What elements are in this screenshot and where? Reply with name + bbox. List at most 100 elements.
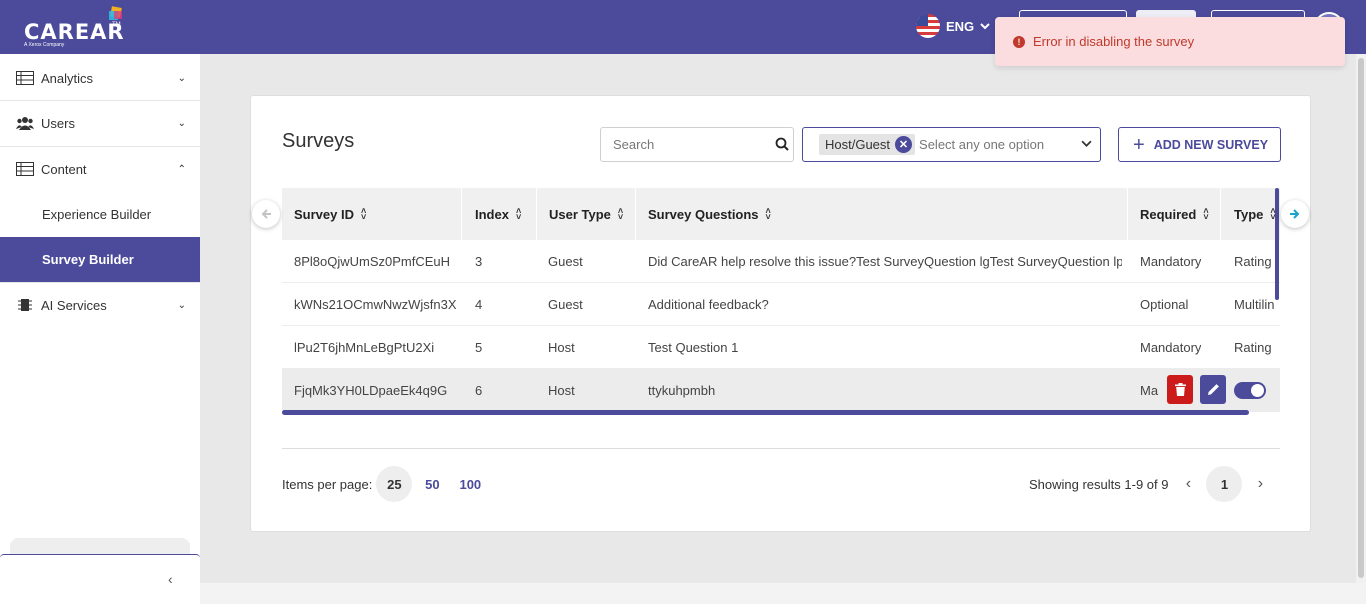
sort-icon: ˄ ˅ bbox=[515, 206, 522, 222]
sidebar-item-label: Analytics bbox=[41, 70, 94, 86]
surveys-card: Surveys Host/Guest ✕ Select any one opti… bbox=[250, 95, 1311, 532]
items-per-page-label: Items per page: bbox=[282, 476, 373, 492]
sidebar-item-analytics[interactable]: Analytics ⌄ bbox=[0, 54, 200, 102]
pencil-icon bbox=[1207, 384, 1219, 395]
filter-chip: Host/Guest ✕ bbox=[819, 134, 916, 155]
logo-cube-icon bbox=[109, 6, 122, 20]
column-header-survey-id[interactable]: Survey ID ˄ ˅ bbox=[282, 188, 462, 240]
sort-icon: ˄ ˅ bbox=[765, 206, 771, 222]
column-header-index[interactable]: Index ˄ ˅ bbox=[463, 188, 537, 240]
sidebar: Analytics ⌄ Users ⌄ Content ⌃ Experience… bbox=[0, 54, 200, 604]
column-label: Index bbox=[475, 206, 509, 222]
add-new-survey-button[interactable]: + ADD NEW SURVEY bbox=[1118, 127, 1281, 162]
surveys-table: Survey ID ˄ ˅ Index ˄ ˅ User Type ˄ ˅ Survey Q… bbox=[282, 188, 1280, 416]
info-icon: ! bbox=[1013, 35, 1025, 48]
chevron-right-icon[interactable]: › bbox=[1248, 472, 1272, 496]
table-row[interactable]: FjqMk3YH0LDpaeEk4q9G 6 Host ttykuhpmbh M… bbox=[282, 369, 1280, 412]
error-toast: ! Error in disabling the survey bbox=[995, 17, 1345, 66]
sort-icon: ˄ ˅ bbox=[617, 206, 624, 222]
table-row[interactable]: lPu2T6jhMnLeBgPtU2Xi 5 Host Test Questio… bbox=[282, 326, 1280, 369]
trash-icon bbox=[1174, 383, 1186, 396]
cell-user-type: Guest bbox=[548, 254, 583, 269]
logo-trademark: TM bbox=[112, 22, 121, 28]
cell-survey-id: FjqMk3YH0LDpaeEk4q9G bbox=[294, 383, 448, 398]
user-type-select[interactable]: Host/Guest ✕ Select any one option bbox=[802, 127, 1101, 162]
plus-icon: + bbox=[1133, 133, 1145, 156]
sidebar-item-ai-services[interactable]: AI Services ⌄ bbox=[0, 282, 200, 328]
page-scrollbar[interactable] bbox=[1356, 54, 1366, 604]
items-per-page-50[interactable]: 50 bbox=[414, 466, 450, 502]
page-footer bbox=[200, 583, 1366, 604]
cell-user-type: Host bbox=[548, 383, 575, 398]
cell-index: 3 bbox=[475, 254, 483, 269]
users-icon bbox=[16, 117, 34, 130]
chevron-down-icon bbox=[980, 23, 990, 30]
sidebar-item-survey-builder[interactable]: Survey Builder bbox=[0, 237, 200, 282]
table-horizontal-scrollbar[interactable] bbox=[282, 410, 1249, 415]
sidebar-item-content[interactable]: Content ⌃ bbox=[0, 146, 200, 192]
arrow-left-icon bbox=[261, 209, 271, 219]
cell-user-type: Host bbox=[548, 340, 575, 355]
scroll-left-button[interactable] bbox=[252, 200, 280, 228]
logo-text: CAREAR bbox=[24, 20, 125, 44]
arrow-right-icon bbox=[1290, 209, 1300, 219]
cell-type: Rating bbox=[1234, 340, 1272, 355]
page-title: Surveys bbox=[282, 130, 355, 152]
column-header-type[interactable]: Type ˄ ˅ bbox=[1222, 188, 1280, 240]
cell-survey-id: lPu2T6jhMnLeBgPtU2Xi bbox=[294, 340, 435, 355]
table-row[interactable]: 8Pl8oQjwUmSz0PmfCEuH 3 Guest Did CareAR … bbox=[282, 240, 1280, 283]
chevron-down-icon bbox=[1081, 140, 1092, 147]
cell-type: Rating bbox=[1234, 254, 1272, 269]
items-per-page-100[interactable]: 100 bbox=[452, 466, 488, 502]
cell-required: Mandatory bbox=[1140, 254, 1202, 269]
chevron-left-icon[interactable]: ‹ bbox=[1176, 472, 1200, 496]
column-label: Type bbox=[1234, 206, 1264, 222]
delete-button[interactable] bbox=[1167, 375, 1193, 404]
cell-index: 6 bbox=[475, 383, 483, 398]
sidebar-item-users[interactable]: Users ⌄ bbox=[0, 100, 200, 146]
items-per-page-25[interactable]: 25 bbox=[376, 466, 413, 502]
edit-button[interactable] bbox=[1200, 375, 1226, 404]
page-number[interactable]: 1 bbox=[1206, 466, 1243, 502]
sort-icon: ˄ ˅ bbox=[1203, 206, 1209, 222]
sidebar-item-experience-builder[interactable]: Experience Builder bbox=[0, 192, 200, 237]
results-summary: Showing results 1-9 of 9 bbox=[1029, 476, 1169, 492]
cell-required: Mandatory bbox=[1140, 340, 1202, 355]
column-header-survey-questions[interactable]: Survey Questions ˄ ˅ bbox=[637, 188, 1128, 240]
cell-question: Test Question 1 bbox=[648, 340, 739, 355]
column-label: Survey ID bbox=[294, 206, 354, 222]
cell-question: Did CareAR help resolve this issue?Test … bbox=[648, 254, 1122, 269]
language-selector[interactable]: ENG bbox=[916, 14, 990, 38]
cell-required: Ma bbox=[1140, 383, 1159, 398]
table-icon bbox=[16, 162, 34, 176]
table-vertical-scrollbar[interactable] bbox=[1275, 188, 1279, 300]
add-new-survey-label: ADD NEW SURVEY bbox=[1153, 137, 1269, 152]
chevron-down-icon: ⌄ bbox=[177, 72, 186, 84]
chevron-left-icon[interactable]: ‹ bbox=[168, 571, 173, 587]
search-icon[interactable] bbox=[775, 137, 789, 151]
table-icon bbox=[16, 71, 34, 85]
cell-question: ttykuhpmbh bbox=[648, 383, 716, 398]
column-header-user-type[interactable]: User Type ˄ ˅ bbox=[538, 188, 636, 240]
cell-index: 4 bbox=[475, 297, 483, 312]
chevron-down-icon: ⌄ bbox=[177, 299, 186, 311]
close-icon[interactable]: ✕ bbox=[895, 136, 913, 153]
enable-survey-toggle[interactable] bbox=[1234, 382, 1266, 399]
cell-type: Multilin bbox=[1234, 297, 1275, 312]
search-box bbox=[600, 127, 794, 162]
chip-icon bbox=[18, 299, 32, 311]
logo-tagline: A Xerox Company bbox=[24, 42, 65, 48]
column-header-required[interactable]: Required ˄ ˅ bbox=[1129, 188, 1221, 240]
pagination: Showing results 1-9 of 9 ‹ 1 › bbox=[1029, 466, 1272, 502]
carear-logo[interactable]: CAREAR TM A Xerox Company bbox=[24, 6, 134, 50]
cell-required: Optional bbox=[1140, 297, 1189, 312]
table-row[interactable]: kWNs21OCmwNwzWjsfn3X 4 Guest Additional … bbox=[282, 283, 1280, 326]
divider bbox=[282, 448, 1280, 449]
search-input[interactable] bbox=[601, 128, 771, 161]
chevron-down-icon: ⌄ bbox=[177, 117, 186, 129]
scroll-right-button[interactable] bbox=[1281, 200, 1309, 228]
column-label: Required bbox=[1140, 206, 1197, 222]
column-label: User Type bbox=[549, 206, 611, 222]
chevron-up-icon: ⌃ bbox=[177, 163, 186, 175]
cell-user-type: Guest bbox=[548, 297, 583, 312]
